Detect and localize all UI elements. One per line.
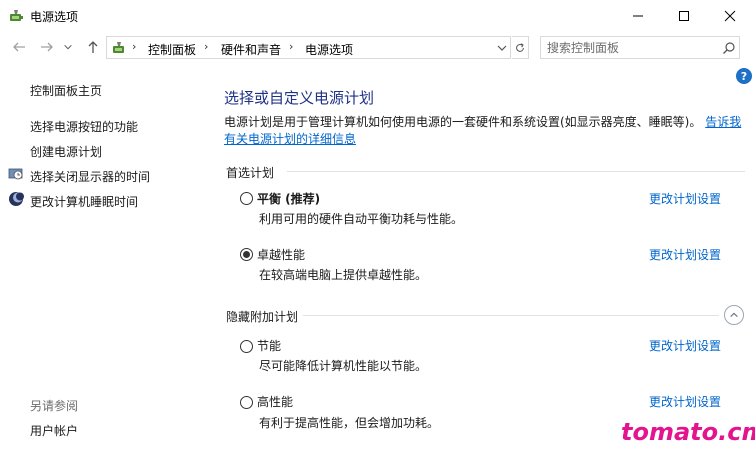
recent-locations-button[interactable] (62, 39, 74, 55)
search-input[interactable] (547, 40, 712, 56)
page-description: 电源计划是用于管理计算机如何使用电源的一套硬件和系统设置(如显示器亮度、睡眠等)… (224, 114, 744, 148)
close-icon (724, 10, 736, 22)
sidebar: 控制面板主页 选择电源按钮的功能 创建电源计划 选择关闭显示器的时间 更改计算机… (0, 62, 205, 458)
navigation-bar: › 控制面板 › 硬件和声音 › 电源选项 (0, 32, 755, 62)
breadcrumb-power-options[interactable]: 电源选项 (305, 41, 353, 58)
power-options-icon (8, 8, 24, 24)
maximize-button[interactable] (661, 0, 707, 32)
address-history-button[interactable] (496, 42, 508, 54)
plan-power-saver-radio[interactable] (240, 340, 253, 353)
plan-high-performance-radio[interactable] (240, 396, 253, 409)
hidden-plans-heading: 隐藏附加计划 (226, 310, 299, 324)
chevron-right-icon[interactable]: › (289, 40, 293, 53)
divider (287, 171, 745, 172)
divider (303, 315, 719, 316)
plan-ultimate-radio[interactable] (240, 248, 253, 261)
arrow-right-icon (41, 42, 53, 52)
plan-ultimate-settings-link[interactable]: 更改计划设置 (649, 246, 721, 263)
sidebar-item-sleep-time[interactable]: 更改计算机睡眠时间 (30, 193, 138, 210)
chevron-down-icon (497, 45, 507, 51)
plan-high-performance-settings-link[interactable]: 更改计划设置 (649, 393, 721, 410)
title-bar: 电源选项 (0, 0, 755, 32)
plan-power-saver-name[interactable]: 节能 (257, 337, 281, 354)
refresh-icon (516, 42, 524, 52)
plan-power-saver-settings-link[interactable]: 更改计划设置 (649, 337, 721, 354)
minimize-button[interactable] (615, 0, 661, 32)
chevron-up-icon (730, 312, 738, 318)
plan-balanced-settings-link[interactable]: 更改计划设置 (649, 190, 721, 207)
address-bar[interactable]: › 控制面板 › 硬件和声音 › 电源选项 (106, 36, 511, 59)
main-content: 选择或自定义电源计划 电源计划是用于管理计算机如何使用电源的一套硬件和系统设置(… (205, 62, 755, 458)
preferred-plans-heading: 首选计划 (226, 166, 275, 180)
plan-high-performance-name[interactable]: 高性能 (257, 393, 293, 410)
arrow-up-icon (88, 41, 98, 53)
maximize-icon (679, 11, 689, 21)
watermark: tomato.cm (621, 418, 755, 446)
plan-ultimate-name[interactable]: 卓越性能 (257, 246, 305, 263)
see-also-user-accounts[interactable]: 用户帐户 (30, 422, 78, 439)
plan-balanced-name[interactable]: 平衡 (推荐) (257, 190, 320, 207)
plan-balanced-radio[interactable] (240, 192, 253, 205)
see-also-heading: 另请参阅 (30, 399, 79, 413)
page-title: 选择或自定义电源计划 (224, 89, 375, 107)
close-button[interactable] (707, 0, 753, 32)
sidebar-item-create-plan[interactable]: 创建电源计划 (30, 143, 102, 160)
forward-button[interactable] (38, 39, 56, 55)
window-title: 电源选项 (30, 10, 79, 24)
breadcrumb-hardware-sound[interactable]: 硬件和声音 (221, 41, 281, 58)
plan-high-performance-desc: 有利于提高性能，但会增加功耗。 (259, 416, 440, 430)
chevron-down-icon (64, 44, 72, 50)
up-button[interactable] (84, 39, 102, 55)
plan-balanced-desc: 利用可用的硬件自动平衡功耗与性能。 (259, 212, 464, 226)
search-icon[interactable] (722, 41, 736, 55)
minimize-icon (633, 15, 643, 17)
chevron-right-icon[interactable]: › (204, 40, 208, 53)
sidebar-item-display-off[interactable]: 选择关闭显示器的时间 (30, 168, 150, 185)
sidebar-home-link[interactable]: 控制面板主页 (30, 82, 102, 99)
chevron-right-icon[interactable]: › (132, 40, 136, 53)
arrow-left-icon (13, 42, 25, 52)
sidebar-item-power-buttons[interactable]: 选择电源按钮的功能 (30, 118, 138, 135)
display-clock-icon (8, 166, 24, 182)
plan-ultimate-desc: 在较高端电脑上提供卓越性能。 (259, 268, 428, 282)
search-box[interactable] (540, 36, 740, 59)
description-text: 电源计划是用于管理计算机如何使用电源的一套硬件和系统设置(如显示器亮度、睡眠等)… (224, 115, 702, 129)
breadcrumb-control-panel[interactable]: 控制面板 (148, 41, 196, 58)
plan-power-saver-desc: 尽可能降低计算机性能以节能。 (259, 359, 428, 373)
sleep-moon-icon (8, 191, 24, 207)
back-button[interactable] (10, 39, 28, 55)
collapse-hidden-plans-button[interactable] (724, 305, 744, 325)
refresh-button[interactable] (512, 36, 529, 59)
control-panel-icon (111, 40, 127, 56)
